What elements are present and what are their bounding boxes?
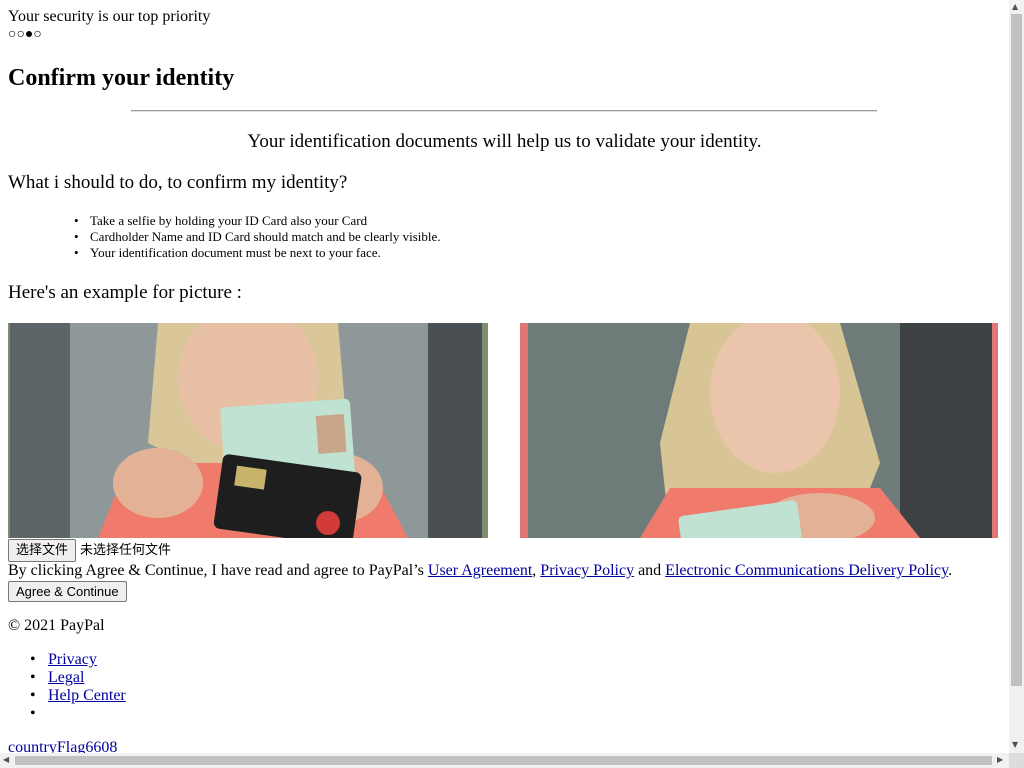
consent-suffix: .	[948, 562, 953, 579]
footer-link-help-center[interactable]: Help Center	[48, 687, 126, 704]
footer-link-item: Help Center	[30, 687, 126, 705]
intro-text: Your identification documents will help …	[247, 131, 762, 152]
country-flag[interactable]: countryFlag6608	[8, 739, 117, 753]
security-banner: Your security is our top priority	[8, 8, 211, 25]
horizontal-scroll-thumb[interactable]	[15, 756, 992, 765]
page: Your security is our top priority ○○●○ C…	[0, 0, 1009, 753]
file-status: 未选择任何文件	[80, 543, 172, 558]
privacy-policy-link[interactable]: Privacy Policy	[540, 562, 634, 579]
instruction-item: Cardholder Name and ID Card should match…	[74, 229, 441, 245]
footer-link-item	[30, 705, 126, 723]
consent-text: By clicking Agree & Continue, I have rea…	[8, 562, 952, 580]
progress-dots: ○○●○	[8, 27, 42, 42]
scroll-down-icon[interactable]: ▼	[1012, 740, 1018, 750]
page-title: Confirm your identity	[8, 65, 235, 91]
footer-links: Privacy Legal Help Center	[30, 651, 126, 723]
scroll-right-icon[interactable]: ▶	[997, 755, 1003, 765]
ecd-policy-link[interactable]: Electronic Communications Delivery Polic…	[665, 562, 948, 579]
horizontal-scrollbar[interactable]: ◀ ▶	[0, 753, 1009, 768]
footer-link-legal[interactable]: Legal	[48, 669, 84, 686]
example-photo-1-illustration	[10, 323, 482, 538]
scrollbar-corner	[1009, 753, 1024, 768]
vertical-scrollbar[interactable]: ▲ ▼	[1009, 0, 1024, 753]
choose-file-button[interactable]: 选择文件	[8, 539, 77, 562]
example-photo-id-and-card	[8, 323, 488, 538]
scroll-left-icon[interactable]: ◀	[3, 755, 9, 765]
instruction-item: Take a selfie by holding your ID Card al…	[74, 213, 441, 229]
instruction-item: Your identification document must be nex…	[74, 245, 441, 261]
agree-continue-button[interactable]: Agree & Continue	[8, 581, 127, 602]
copyright: © 2021 PayPal	[8, 617, 105, 634]
footer-link-item: Privacy	[30, 651, 126, 669]
instructions-list: Take a selfie by holding your ID Card al…	[74, 213, 441, 261]
instructions-heading: What i should to do, to confirm my ident…	[8, 172, 348, 193]
footer-link-privacy[interactable]: Privacy	[48, 651, 97, 668]
example-photo-2-illustration	[528, 323, 992, 538]
scroll-up-icon[interactable]: ▲	[1012, 2, 1018, 12]
divider	[131, 110, 877, 112]
footer-link-item: Legal	[30, 669, 126, 687]
country-flag-link: countryFlag6608	[8, 739, 117, 753]
consent-separator: and	[634, 562, 666, 579]
example-photo-id-next-to-face	[520, 323, 998, 538]
example-label: Here's an example for picture :	[8, 282, 242, 303]
user-agreement-link[interactable]: User Agreement	[428, 562, 532, 579]
consent-prefix: By clicking Agree & Continue, I have rea…	[8, 562, 428, 579]
vertical-scroll-thumb[interactable]	[1011, 14, 1022, 686]
